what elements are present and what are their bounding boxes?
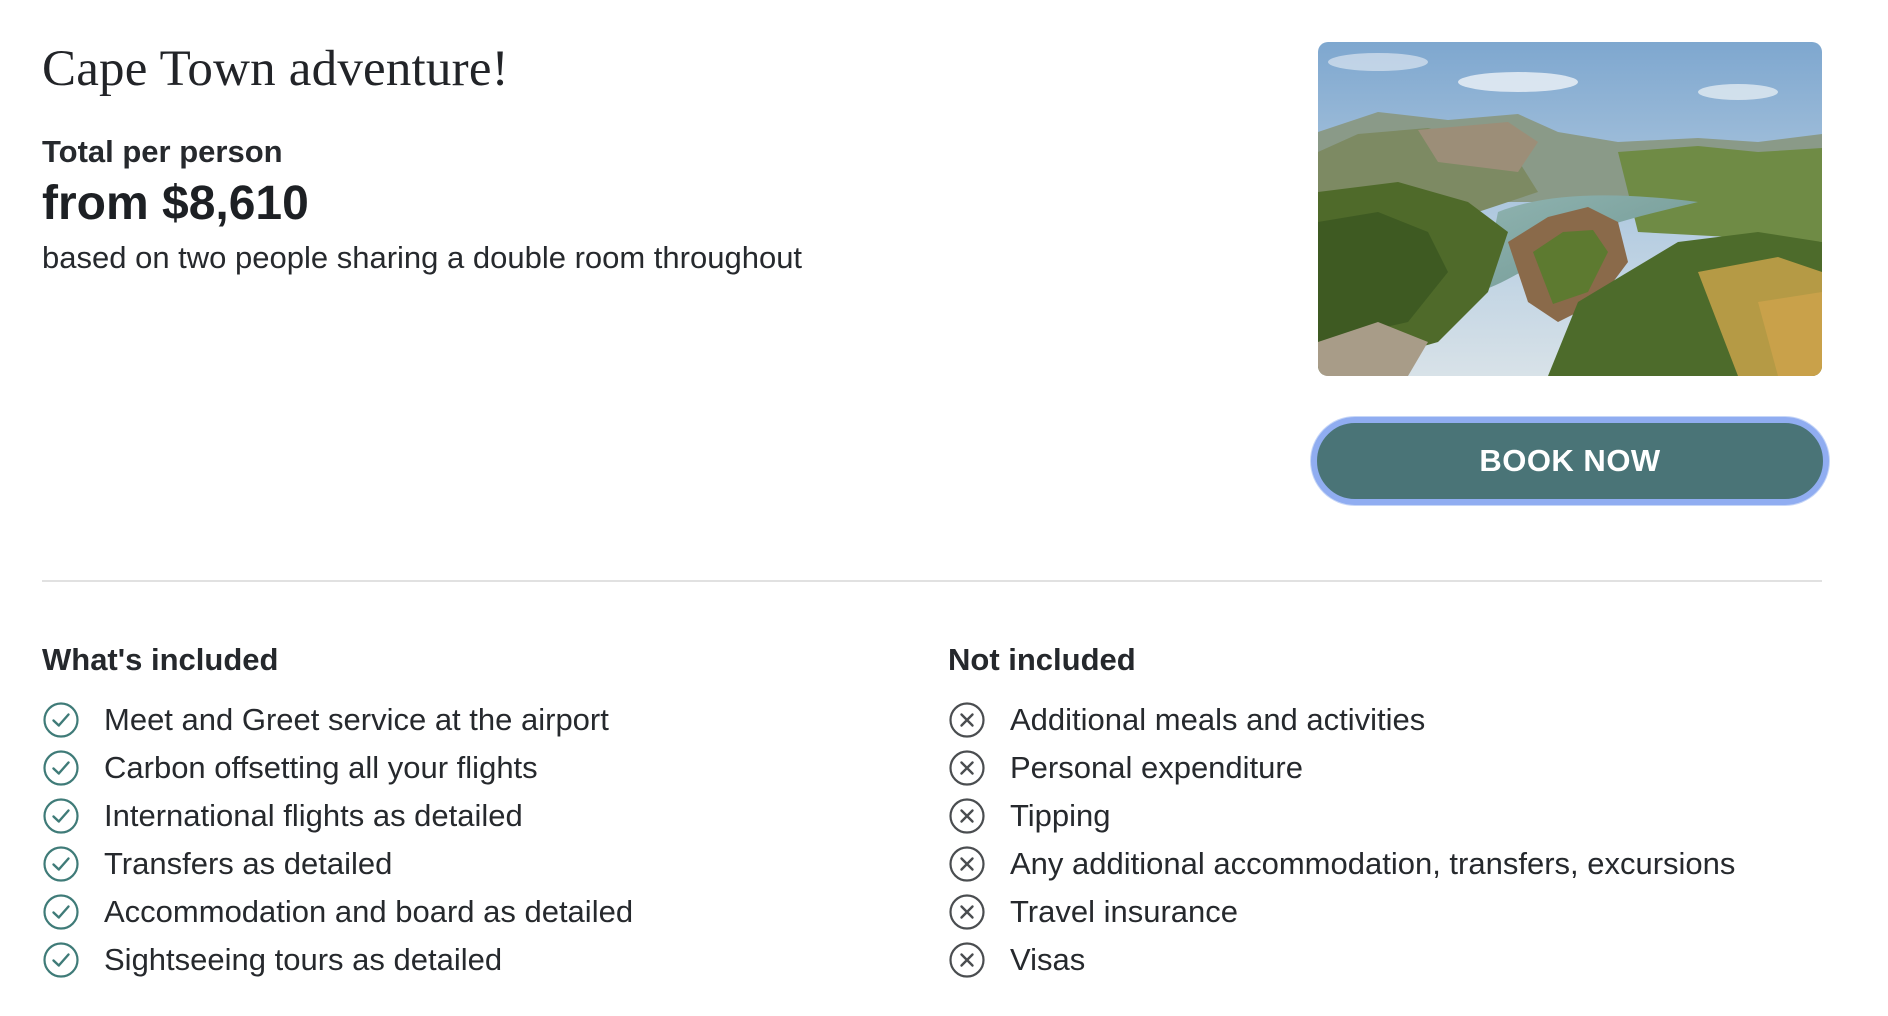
price-value: from $8,610	[42, 177, 309, 230]
list-item-label: Additional meals and activities	[1010, 702, 1426, 737]
price-note: based on two people sharing a double roo…	[42, 240, 803, 275]
check-circle-icon	[42, 749, 80, 787]
check-circle-icon	[42, 845, 80, 883]
check-circle-icon	[42, 701, 80, 739]
not-included-item: Travel insurance	[948, 888, 1735, 936]
not-included-heading: Not included	[948, 642, 1136, 677]
list-item-label: Meet and Greet service at the airport	[104, 702, 609, 737]
list-item-label: Transfers as detailed	[104, 846, 393, 881]
list-item-label: Carbon offsetting all your flights	[104, 750, 538, 785]
not-included-list: Additional meals and activities Personal …	[948, 696, 1735, 984]
trip-hero-image	[1318, 42, 1822, 376]
not-included-item: Visas	[948, 936, 1735, 984]
check-circle-icon	[42, 893, 80, 931]
list-item-label: Accommodation and board as detailed	[104, 894, 634, 929]
section-divider	[42, 580, 1822, 582]
list-item-label: Visas	[1010, 942, 1086, 977]
x-circle-icon	[948, 893, 986, 931]
not-included-item: Any additional accommodation, transfers,…	[948, 840, 1735, 888]
included-list: Meet and Greet service at the airport Car…	[42, 696, 633, 984]
price-label: Total per person	[42, 134, 283, 169]
included-item: Meet and Greet service at the airport	[42, 696, 633, 744]
x-circle-icon	[948, 749, 986, 787]
not-included-item: Tipping	[948, 792, 1735, 840]
not-included-item: Personal expenditure	[948, 744, 1735, 792]
not-included-section: Not included Additional meals and activi…	[948, 640, 1735, 984]
check-circle-icon	[42, 941, 80, 979]
included-item: Accommodation and board as detailed	[42, 888, 633, 936]
included-section: What's included Meet and Greet service a…	[42, 640, 633, 984]
trip-title: Cape Town adventure!	[42, 41, 509, 97]
list-item-label: Any additional accommodation, transfers,…	[1010, 846, 1736, 881]
x-circle-icon	[948, 797, 986, 835]
included-heading: What's included	[42, 642, 279, 677]
list-item-label: International flights as detailed	[104, 798, 523, 833]
included-item: Carbon offsetting all your flights	[42, 744, 633, 792]
list-item-label: Personal expenditure	[1010, 750, 1303, 785]
included-item: Sightseeing tours as detailed	[42, 936, 633, 984]
list-item-label: Travel insurance	[1010, 894, 1239, 929]
x-circle-icon	[948, 941, 986, 979]
x-circle-icon	[948, 845, 986, 883]
list-item-label: Sightseeing tours as detailed	[104, 942, 503, 977]
list-item-label: Tipping	[1010, 798, 1111, 833]
check-circle-icon	[42, 797, 80, 835]
included-item: International flights as detailed	[42, 792, 633, 840]
x-circle-icon	[948, 701, 986, 739]
included-item: Transfers as detailed	[42, 840, 633, 888]
book-now-button[interactable]: BOOK NOW	[1311, 417, 1829, 505]
not-included-item: Additional meals and activities	[948, 696, 1735, 744]
trip-summary-page: Cape Town adventure! Total per person fr…	[0, 0, 1888, 1016]
canyon-landscape-image	[1318, 42, 1822, 376]
